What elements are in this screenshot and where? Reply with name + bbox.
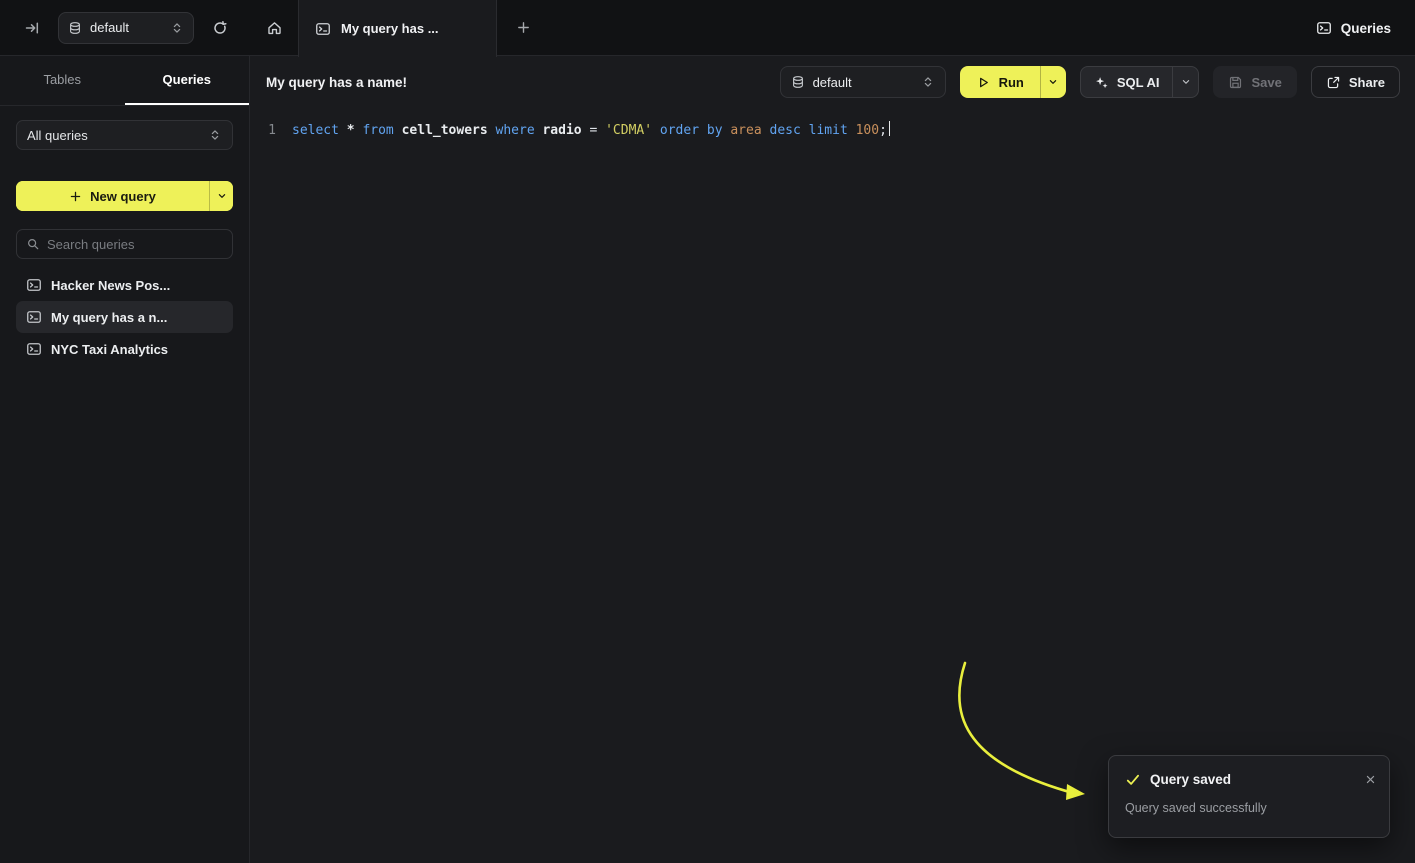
tab-my-query[interactable]: My query has ... xyxy=(298,0,497,57)
queries-indicator[interactable]: Queries xyxy=(1316,0,1391,56)
toast-message: Query saved successfully xyxy=(1109,788,1389,830)
new-query-split-button: New query xyxy=(16,181,233,211)
sql-ai-label: SQL AI xyxy=(1117,75,1160,90)
run-split-button: Run xyxy=(960,66,1066,98)
main-database-value: default xyxy=(813,75,913,90)
main-database-selector[interactable]: default xyxy=(780,66,946,98)
toast-close-button[interactable] xyxy=(1362,771,1379,788)
query-icon xyxy=(26,309,42,325)
topbar-left: default xyxy=(0,0,250,55)
database-icon xyxy=(791,75,805,89)
saved-query-item[interactable]: NYC Taxi Analytics xyxy=(16,333,233,365)
save-icon xyxy=(1228,75,1243,90)
chevron-updown-icon xyxy=(208,128,222,142)
save-button[interactable]: Save xyxy=(1213,66,1296,98)
code-line: select * from cell_towers where radio = … xyxy=(292,121,890,141)
app-window: default My query has .. xyxy=(0,0,1415,863)
search-icon xyxy=(26,237,40,251)
saved-query-label: My query has a n... xyxy=(51,310,167,325)
home-tab[interactable] xyxy=(250,0,298,55)
tab-strip: My query has ... xyxy=(250,0,1415,55)
refresh-icon xyxy=(212,20,228,36)
queries-indicator-label: Queries xyxy=(1341,21,1391,36)
close-icon xyxy=(1364,773,1377,786)
sidebar: Tables Queries All queries New query xyxy=(0,56,250,863)
sidebar-tabs: Tables Queries xyxy=(0,56,249,106)
collapse-sidebar-icon xyxy=(24,20,40,36)
run-button[interactable]: Run xyxy=(960,66,1040,98)
topbar-database-value: default xyxy=(90,20,162,35)
line-number: 1 xyxy=(266,121,276,141)
run-label: Run xyxy=(999,75,1024,90)
new-query-dropdown-button[interactable] xyxy=(209,181,233,211)
play-icon xyxy=(976,75,991,90)
chevron-down-icon xyxy=(216,190,228,202)
toast-query-saved: Query saved Query saved successfully xyxy=(1108,755,1390,838)
save-label: Save xyxy=(1251,75,1281,90)
new-tab-button[interactable] xyxy=(509,14,537,42)
tab-label: My query has ... xyxy=(341,21,439,36)
topbar-database-selector[interactable]: default xyxy=(58,12,194,44)
database-icon xyxy=(68,21,82,35)
query-controls: default Run xyxy=(780,66,1400,98)
chevron-down-icon xyxy=(1047,76,1059,88)
saved-queries-list: Hacker News Pos... My query has a n... N… xyxy=(16,269,233,365)
share-button[interactable]: Share xyxy=(1311,66,1400,98)
check-icon xyxy=(1125,772,1141,788)
search-queries-input[interactable] xyxy=(47,237,223,252)
sparkle-icon xyxy=(1094,75,1109,90)
query-icon xyxy=(315,21,331,37)
saved-query-item[interactable]: My query has a n... xyxy=(16,301,233,333)
saved-query-label: Hacker News Pos... xyxy=(51,278,170,293)
toast-title: Query saved xyxy=(1150,772,1353,787)
query-header: My query has a name! default Run xyxy=(250,56,1415,108)
plus-icon xyxy=(516,20,531,35)
new-query-button[interactable]: New query xyxy=(16,181,209,211)
run-options-button[interactable] xyxy=(1040,66,1066,98)
queries-filter-value: All queries xyxy=(27,128,208,143)
refresh-button[interactable] xyxy=(206,14,234,42)
queries-filter-select[interactable]: All queries xyxy=(16,120,233,150)
sql-ai-button[interactable]: SQL AI xyxy=(1081,67,1173,97)
tab-tables[interactable]: Tables xyxy=(0,56,125,105)
chevron-updown-icon xyxy=(170,21,184,35)
chevron-down-icon xyxy=(1180,76,1192,88)
collapse-sidebar-button[interactable] xyxy=(18,14,46,42)
query-icon xyxy=(26,341,42,357)
query-icon xyxy=(1316,20,1332,36)
plus-icon xyxy=(69,190,82,203)
tab-queries[interactable]: Queries xyxy=(125,56,250,105)
saved-query-item[interactable]: Hacker News Pos... xyxy=(16,269,233,301)
sql-ai-options-button[interactable] xyxy=(1172,67,1198,97)
query-icon xyxy=(26,277,42,293)
share-label: Share xyxy=(1349,75,1385,90)
saved-query-label: NYC Taxi Analytics xyxy=(51,342,168,357)
home-icon xyxy=(266,19,283,36)
share-icon xyxy=(1326,75,1341,90)
new-query-label: New query xyxy=(90,189,156,204)
chevron-updown-icon xyxy=(921,75,935,89)
sidebar-body: All queries New query xyxy=(0,106,249,365)
sql-editor[interactable]: 1 select * from cell_towers where radio … xyxy=(250,108,1415,863)
top-bar: default My query has .. xyxy=(0,0,1415,56)
page-title: My query has a name! xyxy=(266,75,780,90)
search-queries-box xyxy=(16,229,233,259)
sql-ai-split-button: SQL AI xyxy=(1080,66,1200,98)
